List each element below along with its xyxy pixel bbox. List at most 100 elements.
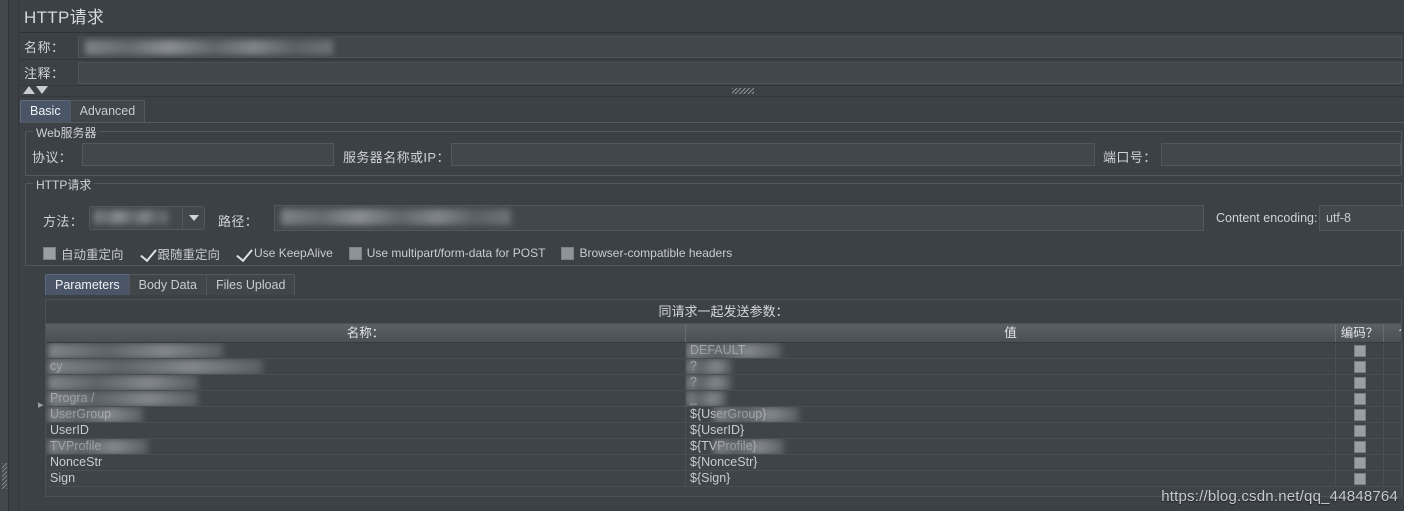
cell-param-value[interactable]: ${UserGroup} [686, 407, 1336, 422]
cell-param-value[interactable]: ${Sign} [686, 471, 1336, 486]
column-header-encode[interactable]: 编码？ [1336, 324, 1384, 342]
content-encoding-label: Content encoding: [1216, 211, 1318, 225]
checkbox-unchecked-icon[interactable] [43, 246, 56, 260]
cell-param-name[interactable]: UserGroup [46, 407, 686, 422]
parameters-table[interactable]: 名称： 值 编码？ 包含等 DEFAULT cy??Progra /_UserG… [45, 323, 1402, 497]
checkbox-unchecked-icon[interactable] [1353, 360, 1366, 373]
option-multipart[interactable]: Use multipart/form-data for POST [348, 246, 545, 260]
cell-param-name[interactable]: TVProfile [46, 439, 686, 454]
checkbox-unchecked-icon[interactable] [1353, 392, 1366, 405]
content-encoding-input[interactable]: utf-8 [1319, 205, 1404, 231]
checkbox-checked-icon[interactable] [140, 247, 153, 260]
cell-param-name[interactable] [46, 343, 686, 358]
protocol-input[interactable] [82, 143, 334, 166]
method-dropdown[interactable] [89, 206, 205, 230]
jmeter-http-request-panel: HTTP请求 名称： 注释： Basic Advanced Web服务器 协议：… [0, 0, 1404, 511]
cell-param-value[interactable]: ? [686, 375, 1336, 390]
table-row[interactable]: DEFAULT [46, 343, 1401, 359]
cell-include-checkbox[interactable] [1384, 439, 1401, 454]
table-row[interactable]: cy? [46, 359, 1401, 375]
table-row[interactable]: NonceStr ${NonceStr} [46, 455, 1401, 471]
option-keepalive[interactable]: Use KeepAlive [236, 246, 333, 260]
row-handle-icon[interactable]: ▸ [38, 398, 44, 414]
cell-param-name[interactable]: Sign [46, 471, 686, 486]
cell-param-value[interactable]: ? [686, 359, 1336, 374]
checkbox-unchecked-icon[interactable] [1353, 344, 1366, 357]
checkbox-unchecked-icon[interactable] [1353, 456, 1366, 469]
splitter-grip-icon[interactable] [2, 463, 7, 489]
collapse-arrows[interactable] [23, 86, 49, 94]
checkbox-unchecked-icon[interactable] [1353, 424, 1366, 437]
option-auto-redirect[interactable]: 自动重定向 [43, 244, 124, 263]
tab-parameters[interactable]: Parameters [45, 274, 130, 295]
tab-files-upload[interactable]: Files Upload [205, 274, 296, 295]
checkbox-unchecked-icon[interactable] [1353, 408, 1366, 421]
redaction-blur [48, 439, 148, 454]
path-label: 路径： [218, 214, 259, 229]
cell-param-value[interactable]: ${TVProfile} [686, 439, 1336, 454]
cell-param-value[interactable]: _ [686, 391, 1336, 406]
comment-input[interactable] [78, 61, 1402, 84]
panel-collapse-splitter[interactable] [20, 86, 1404, 97]
cell-param-name[interactable]: cy [46, 359, 686, 374]
cell-include-checkbox[interactable] [1384, 391, 1401, 406]
cell-encode-checkbox[interactable] [1336, 455, 1384, 470]
tab-advanced[interactable]: Advanced [69, 100, 146, 122]
chevron-up-icon[interactable] [23, 86, 35, 94]
cell-param-name[interactable] [46, 375, 686, 390]
option-follow-redirect[interactable]: 跟随重定向 [140, 244, 221, 263]
cell-param-name[interactable]: Progra / [46, 391, 686, 406]
column-header-include[interactable]: 包含等 [1384, 324, 1401, 342]
cell-encode-checkbox[interactable] [1336, 343, 1384, 358]
table-row[interactable]: Progra /_ [46, 391, 1401, 407]
cell-encode-checkbox[interactable] [1336, 439, 1384, 454]
redaction-blur [714, 407, 799, 422]
cell-encode-checkbox[interactable] [1336, 471, 1384, 486]
cell-include-checkbox[interactable] [1384, 471, 1401, 486]
cell-encode-checkbox[interactable] [1336, 423, 1384, 438]
cell-include-checkbox[interactable] [1384, 455, 1401, 470]
name-input[interactable] [78, 35, 1402, 58]
checkbox-unchecked-icon[interactable] [1353, 472, 1366, 485]
web-server-group: Web服务器 协议： 服务器名称或IP： 端口号： [25, 124, 1402, 176]
outer-splitter-rail[interactable] [0, 0, 9, 511]
cell-param-value[interactable]: ${UserID} [686, 423, 1336, 438]
table-row[interactable]: Sign ${Sign} [46, 471, 1401, 487]
checkbox-unchecked-icon[interactable] [1353, 440, 1366, 453]
checkbox-unchecked-icon[interactable] [348, 246, 362, 260]
cell-param-name[interactable]: NonceStr [46, 455, 686, 470]
cell-include-checkbox[interactable] [1384, 359, 1401, 374]
splitter-dots-icon[interactable] [732, 88, 754, 94]
inner-splitter-rail[interactable] [9, 0, 19, 511]
cell-encode-checkbox[interactable] [1336, 359, 1384, 374]
chevron-down-icon[interactable] [182, 207, 204, 229]
cell-include-checkbox[interactable] [1384, 423, 1401, 438]
chevron-down-icon[interactable] [36, 86, 48, 94]
table-row[interactable]: TVProfile${TVProfile} [46, 439, 1401, 455]
option-browser-headers[interactable]: Browser-compatible headers [561, 246, 732, 260]
server-host-input[interactable] [451, 143, 1095, 166]
table-row[interactable]: UserGroup${UserGroup} [46, 407, 1401, 423]
cell-param-value[interactable]: DEFAULT [686, 343, 1336, 358]
server-host-label: 服务器名称或IP： [343, 150, 450, 165]
table-row[interactable]: ? [46, 375, 1401, 391]
tab-basic[interactable]: Basic [20, 100, 71, 122]
checkbox-unchecked-icon[interactable] [1353, 376, 1366, 389]
checkbox-unchecked-icon[interactable] [561, 246, 575, 260]
cell-encode-checkbox[interactable] [1336, 375, 1384, 390]
column-header-value[interactable]: 值 [686, 324, 1336, 342]
cell-include-checkbox[interactable] [1384, 407, 1401, 422]
path-input[interactable] [274, 205, 1204, 231]
cell-encode-checkbox[interactable] [1336, 407, 1384, 422]
port-input[interactable] [1161, 143, 1401, 166]
cell-include-checkbox[interactable] [1384, 375, 1401, 390]
cell-param-name[interactable]: UserID [46, 423, 686, 438]
checkbox-checked-icon[interactable] [236, 247, 249, 260]
cell-param-value[interactable]: ${NonceStr} [686, 455, 1336, 470]
table-row[interactable]: UserID ${UserID} [46, 423, 1401, 439]
cell-include-checkbox[interactable] [1384, 343, 1401, 358]
cell-encode-checkbox[interactable] [1336, 391, 1384, 406]
column-header-name[interactable]: 名称： [46, 324, 686, 342]
tab-body-data[interactable]: Body Data [128, 274, 207, 295]
name-label: 名称： [24, 40, 65, 55]
